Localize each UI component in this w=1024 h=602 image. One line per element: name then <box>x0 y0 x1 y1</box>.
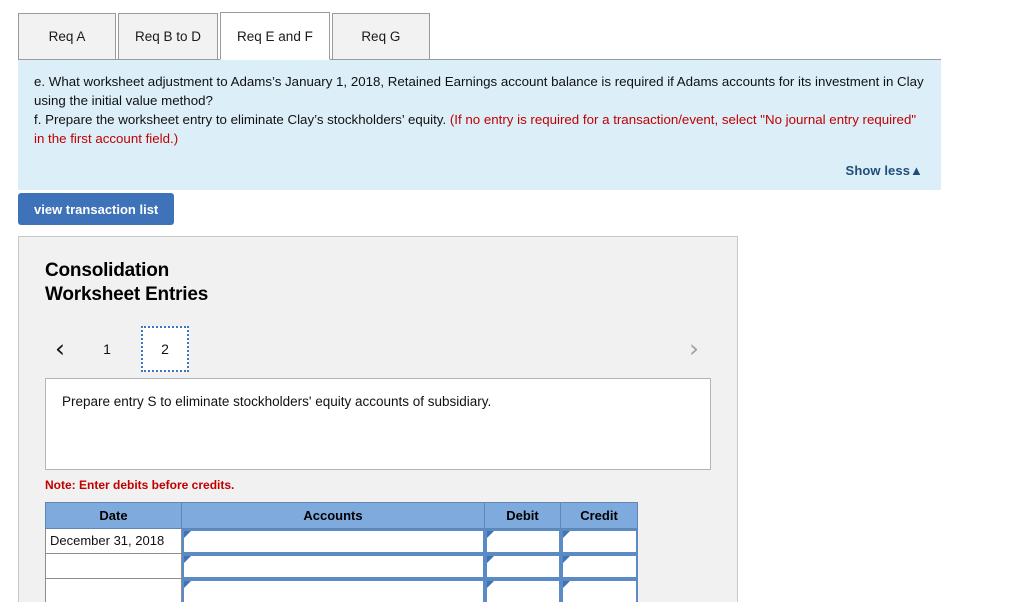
worksheet-entries-card: Consolidation Worksheet Entries ‹ 1 2 › … <box>18 236 738 602</box>
instruction-line-e: e. What worksheet adjustment to Adams’s … <box>34 74 924 108</box>
cell-credit[interactable] <box>560 553 638 579</box>
view-transaction-list-button[interactable]: view transaction list <box>18 193 175 225</box>
tab-req-g[interactable]: Req G <box>331 13 430 60</box>
cell-credit[interactable] <box>560 528 638 554</box>
column-header-credit: Credit <box>560 501 638 529</box>
show-less-toggle[interactable]: Show less▲ <box>846 163 923 178</box>
credit-input-2[interactable] <box>560 553 638 579</box>
page-root: Req A Req B to D Req E and F Req G e. Wh… <box>0 0 1024 602</box>
debit-input-3[interactable] <box>484 578 561 602</box>
cell-debit[interactable] <box>484 553 561 579</box>
entry-prompt-box: Prepare entry S to eliminate stockholder… <box>45 377 711 470</box>
show-less-row: Show less▲ <box>34 162 925 180</box>
cell-date <box>45 553 182 580</box>
debits-before-credits-note: Note: Enter debits before credits. <box>45 477 235 492</box>
journal-entry-table: Date Accounts Debit Credit December 31, … <box>45 501 638 602</box>
instruction-panel: e. What worksheet adjustment to Adams’s … <box>18 59 941 190</box>
entry-pager: ‹ 1 2 › <box>45 325 711 372</box>
requirement-tabs: Req A Req B to D Req E and F Req G <box>18 12 432 60</box>
cell-debit[interactable] <box>484 578 561 602</box>
tab-label: Req A <box>48 29 86 44</box>
credit-input-3[interactable] <box>560 578 638 602</box>
instruction-line-f: f. Prepare the worksheet entry to elimin… <box>34 110 925 148</box>
tab-label: Req E and F <box>237 28 313 44</box>
page-title-line1: Consolidation <box>45 260 170 281</box>
account-select-2[interactable] <box>182 553 485 579</box>
chevron-right-icon[interactable]: › <box>681 334 707 364</box>
account-select-3[interactable] <box>182 578 485 602</box>
cell-date <box>45 578 182 602</box>
page-title: Consolidation Worksheet Entries <box>45 259 711 308</box>
account-select-1[interactable] <box>182 528 485 554</box>
debit-input-1[interactable] <box>484 528 561 554</box>
table-header-row: Date Accounts Debit Credit <box>45 501 638 529</box>
debit-input-2[interactable] <box>484 553 561 579</box>
chevron-left-icon[interactable]: ‹ <box>47 334 73 364</box>
table-row: December 31, 2018 <box>45 527 638 555</box>
cell-credit[interactable] <box>560 578 638 602</box>
pager-page-1[interactable]: 1 <box>87 330 127 368</box>
table-row <box>45 578 638 602</box>
cell-debit[interactable] <box>484 528 561 554</box>
cell-account[interactable] <box>182 578 485 602</box>
tab-req-e-and-f[interactable]: Req E and F <box>220 12 330 60</box>
page-title-line2: Worksheet Entries <box>45 284 209 306</box>
entry-prompt-text: Prepare entry S to eliminate stockholder… <box>62 393 492 409</box>
cell-account[interactable] <box>182 528 485 554</box>
instruction-line-f-text: f. Prepare the worksheet entry to elimin… <box>34 112 447 127</box>
table-row <box>45 553 638 580</box>
column-header-date: Date <box>45 501 182 529</box>
tab-label: Req B to D <box>135 29 202 44</box>
tab-label: Req G <box>361 29 401 44</box>
credit-input-1[interactable] <box>560 528 638 554</box>
pager-page-2[interactable]: 2 <box>141 325 189 372</box>
column-header-accounts: Accounts <box>181 501 485 529</box>
column-header-debit: Debit <box>484 501 561 529</box>
cell-date: December 31, 2018 <box>45 527 182 555</box>
cell-account[interactable] <box>182 553 485 579</box>
tab-req-b-to-d[interactable]: Req B to D <box>118 13 219 60</box>
tab-req-a[interactable]: Req A <box>18 13 116 60</box>
